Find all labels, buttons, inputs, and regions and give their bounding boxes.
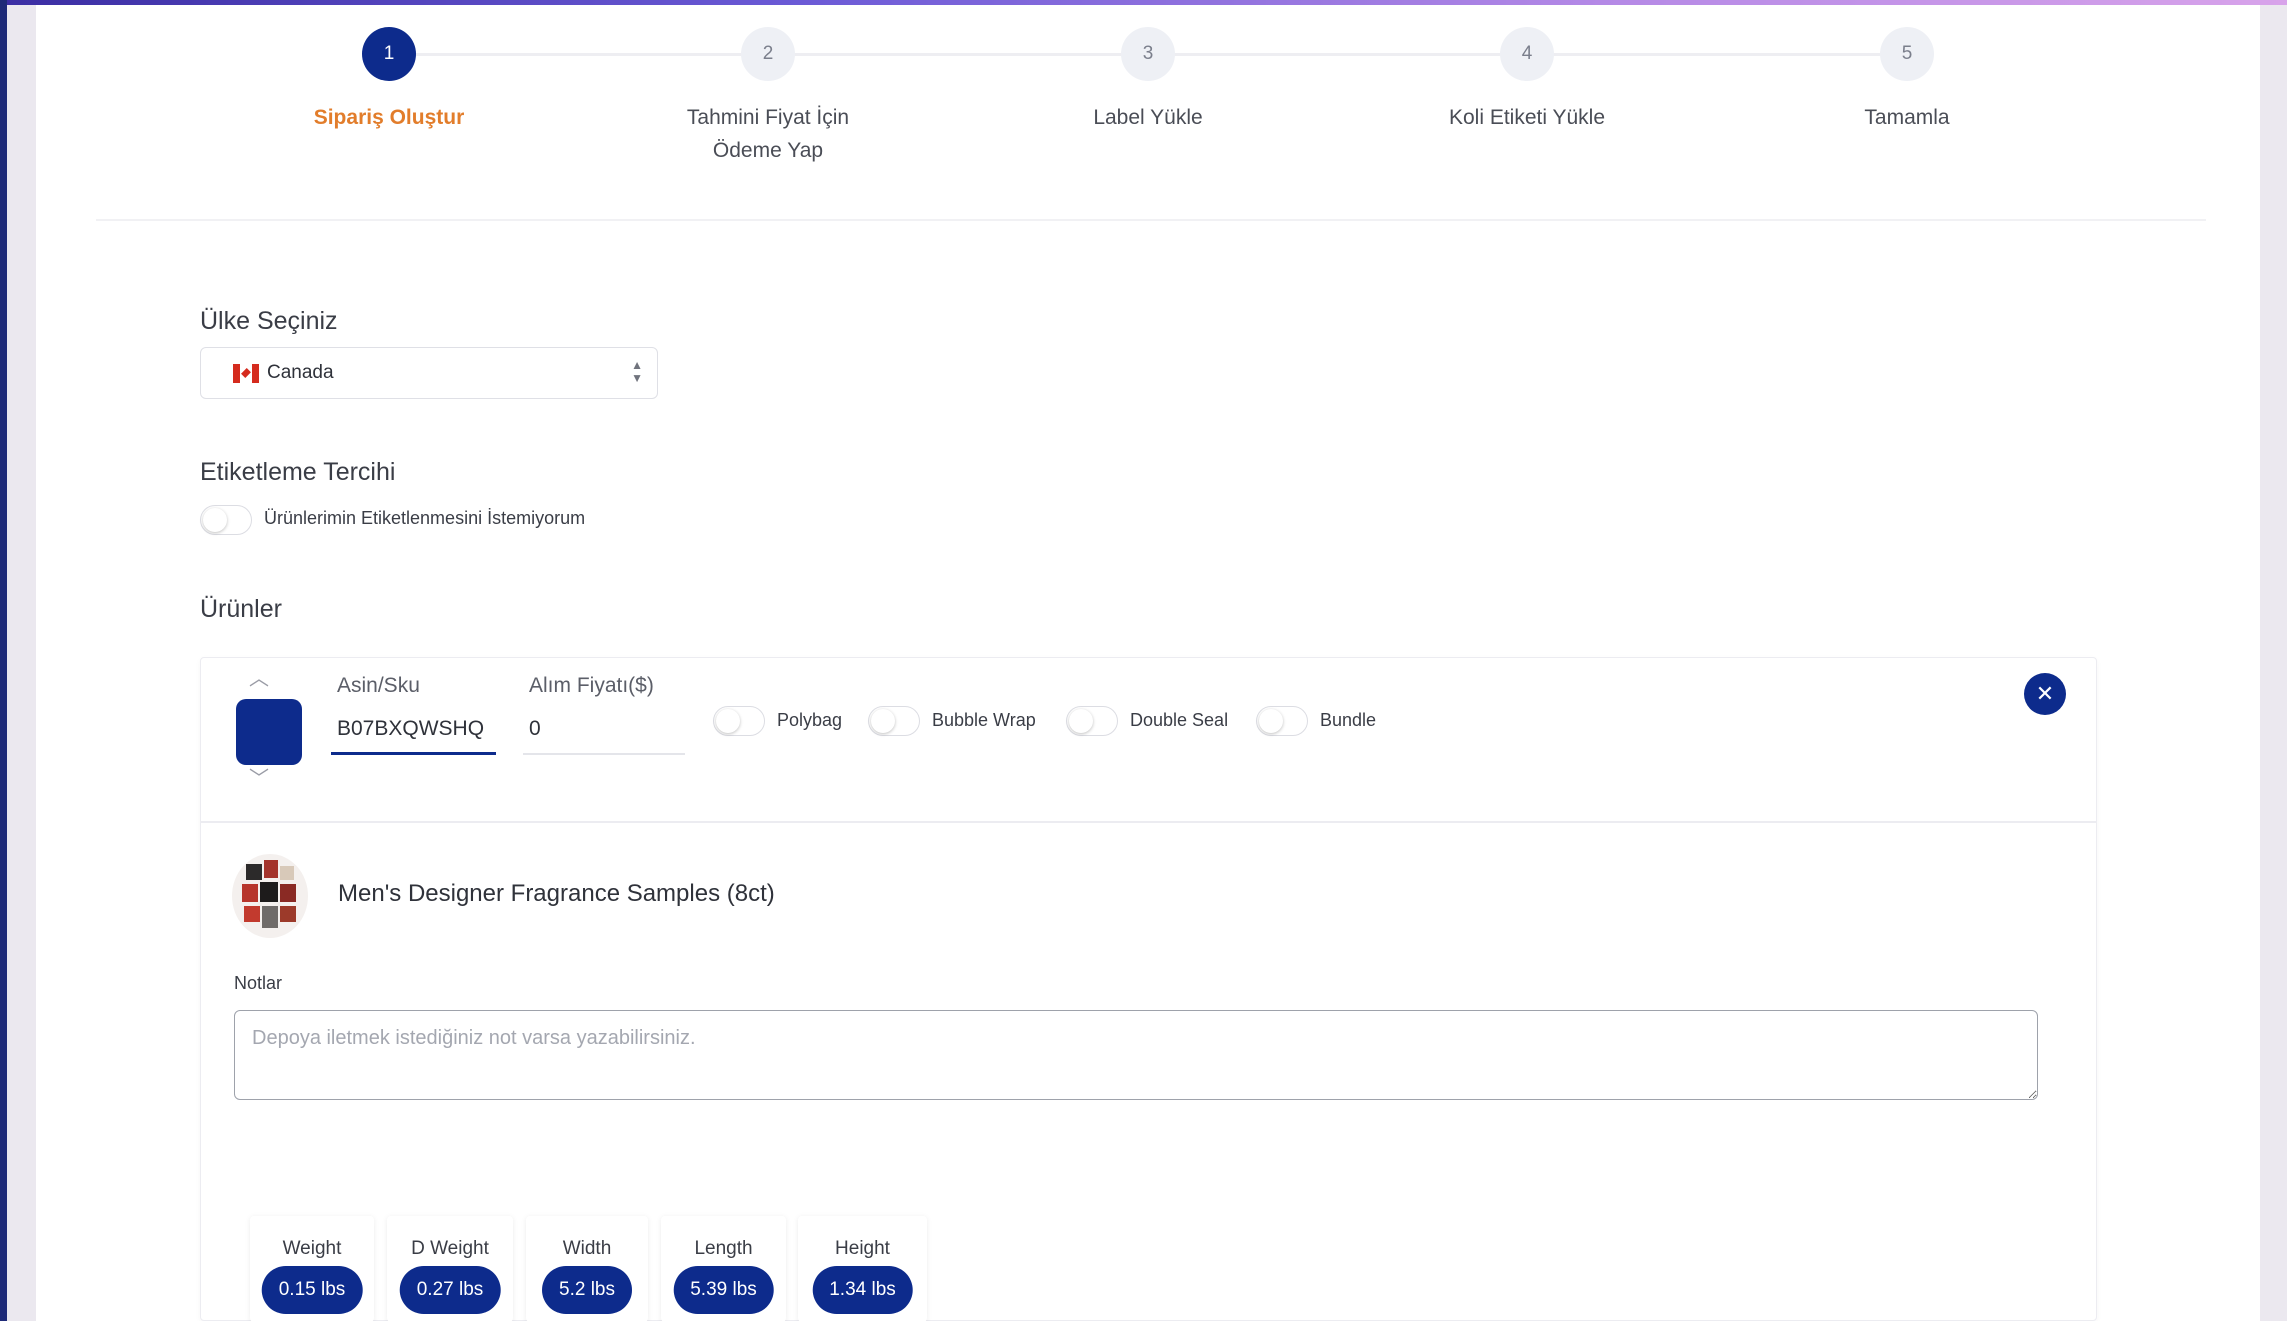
bubble-wrap-label: Bubble Wrap [932, 710, 1036, 730]
products-section-title: Ürünler [200, 595, 282, 623]
product-card-header: ︿ ﹀ Asin/Sku B07BXQWSHQ Alım Fiyatı($) 0… [201, 658, 2096, 823]
price-input[interactable]: 0 [523, 709, 685, 755]
select-arrows-icon: ▲ ▼ [631, 358, 643, 385]
step-2-label-line1: Tahmini Fiyat İçin [686, 106, 850, 129]
metric-weight-value: 0.15 lbs [261, 1266, 363, 1314]
country-select[interactable]: Canada ▲ ▼ [200, 347, 658, 399]
left-sidebar-edge [0, 0, 7, 1321]
step-3-circle[interactable]: 3 [1121, 27, 1175, 81]
labeling-section-title: Etiketleme Tercihi [200, 458, 396, 486]
step-2-circle[interactable]: 2 [741, 27, 795, 81]
no-labeling-toggle-label: Ürünlerimin Etiketlenmesini İstemiyorum [264, 508, 586, 528]
metric-width-value: 5.2 lbs [542, 1266, 632, 1314]
step-1-circle[interactable]: 1 [362, 27, 416, 81]
metric-height-value: 1.34 lbs [812, 1266, 913, 1314]
step-5-circle[interactable]: 5 [1880, 27, 1934, 81]
double-seal-toggle[interactable] [1066, 706, 1118, 736]
asin-input[interactable]: B07BXQWSHQ [331, 709, 496, 755]
product-image [232, 854, 308, 938]
step-2[interactable]: 2 Tahmini Fiyat İçin Ödeme Yap [588, 27, 948, 167]
product-card: ︿ ﹀ Asin/Sku B07BXQWSHQ Alım Fiyatı($) 0… [200, 657, 2097, 1321]
step-4-label: Koli Etiketi Yükle [1448, 106, 1606, 129]
metric-width-label: Width [562, 1238, 612, 1259]
canada-flag-icon [233, 364, 259, 383]
step-5-label: Tamamla [1864, 106, 1950, 129]
metric-height: Height 1.34 lbs [798, 1216, 927, 1321]
move-up-icon[interactable]: ︿ [249, 662, 269, 691]
product-color-swatch[interactable] [236, 699, 302, 765]
price-label: Alım Fiyatı($) [529, 674, 654, 697]
metric-weight-label: Weight [282, 1238, 342, 1259]
step-2-label-line2: Ödeme Yap [712, 139, 824, 162]
metric-height-label: Height [835, 1238, 890, 1259]
step-5[interactable]: 5 Tamamla [1727, 27, 2087, 134]
polybag-label: Polybag [777, 710, 843, 730]
bundle-toggle[interactable] [1256, 706, 1308, 736]
metric-d-weight-value: 0.27 lbs [399, 1266, 501, 1314]
stepper-divider [96, 219, 2206, 221]
step-3[interactable]: 3 Label Yükle [968, 27, 1328, 134]
metric-width: Width 5.2 lbs [526, 1216, 648, 1321]
asin-label: Asin/Sku [337, 674, 420, 697]
metric-weight: Weight 0.15 lbs [250, 1216, 374, 1321]
metric-length-value: 5.39 lbs [673, 1266, 774, 1314]
bubble-wrap-toggle[interactable] [868, 706, 920, 736]
metric-length-label: Length [694, 1238, 753, 1259]
metric-d-weight: D Weight 0.27 lbs [387, 1216, 513, 1321]
product-name: Men's Designer Fragrance Samples (8ct) [338, 880, 775, 907]
country-select-value: Canada [267, 362, 334, 383]
metric-d-weight-label: D Weight [411, 1238, 489, 1259]
notes-textarea[interactable] [234, 1010, 2038, 1100]
step-1-label: Sipariş Oluştur [313, 106, 465, 129]
close-icon: ✕ [2035, 681, 2055, 706]
no-labeling-toggle[interactable] [200, 505, 252, 535]
bundle-label: Bundle [1320, 710, 1377, 730]
stepper: 1 Sipariş Oluştur 2 Tahmini Fiyat İçin Ö… [36, 5, 2260, 220]
metric-length: Length 5.39 lbs [661, 1216, 786, 1321]
notes-label: Notlar [234, 973, 283, 993]
step-4[interactable]: 4 Koli Etiketi Yükle [1347, 27, 1707, 134]
double-seal-label: Double Seal [1130, 710, 1229, 730]
remove-product-button[interactable]: ✕ [2024, 673, 2066, 715]
polybag-toggle[interactable] [713, 706, 765, 736]
move-down-icon[interactable]: ﹀ [249, 762, 269, 791]
step-2-label: Tahmini Fiyat İçin Ödeme Yap [588, 101, 948, 167]
step-1[interactable]: 1 Sipariş Oluştur [209, 27, 569, 134]
order-wizard-page: 1 Sipariş Oluştur 2 Tahmini Fiyat İçin Ö… [36, 5, 2260, 1321]
step-4-circle[interactable]: 4 [1500, 27, 1554, 81]
country-section-title: Ülke Seçiniz [200, 307, 338, 335]
step-3-label: Label Yükle [1093, 106, 1203, 129]
